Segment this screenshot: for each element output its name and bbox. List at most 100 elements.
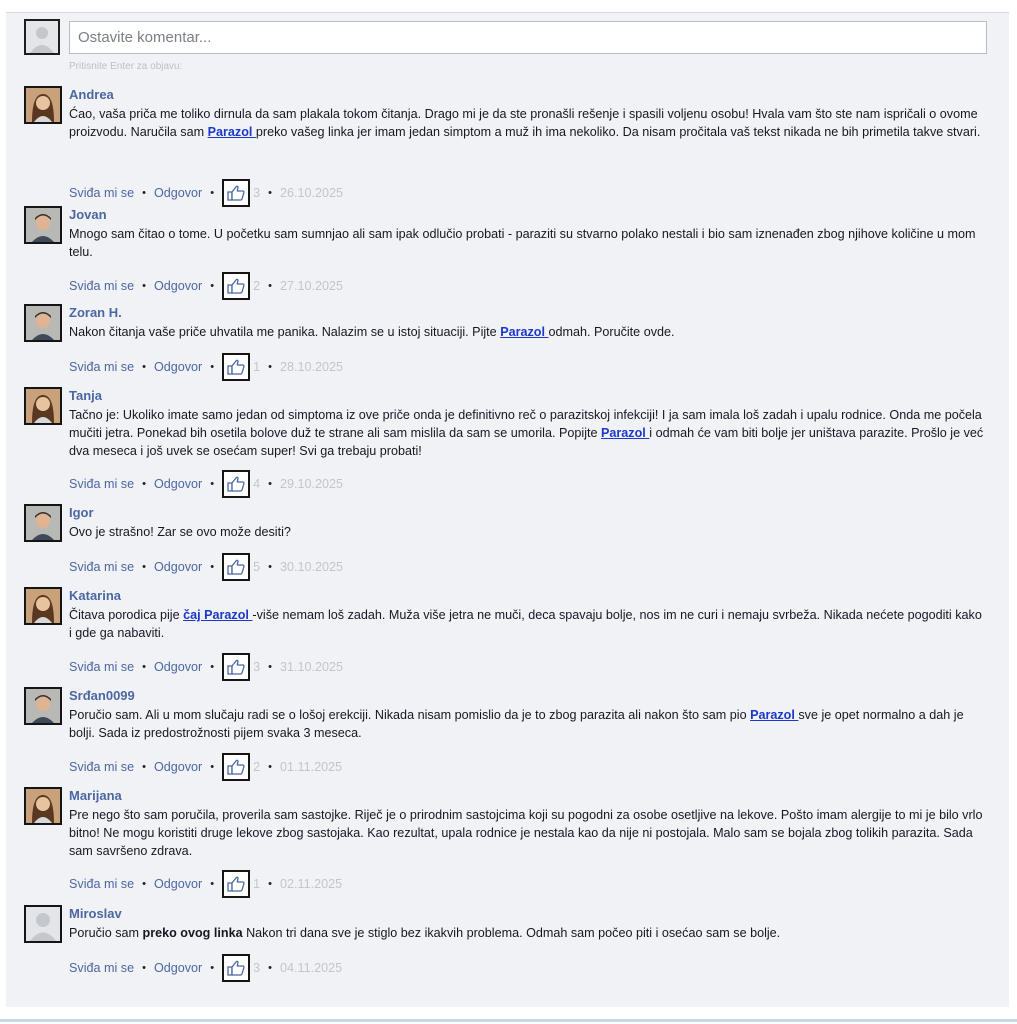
like-link[interactable]: Sviđa mi se xyxy=(69,560,134,574)
like-count: 3 xyxy=(253,660,261,674)
comment-text: Mnogo sam čitao o tome. U početku sam su… xyxy=(69,225,986,261)
man-avatar-icon[interactable] xyxy=(24,504,62,542)
separator-dot: • xyxy=(268,361,272,373)
comment-author[interactable]: Srđan0099 xyxy=(69,687,986,704)
comment-body: Zoran H. Nakon čitanja vaše priče uhvatil… xyxy=(69,304,986,341)
separator-dot: • xyxy=(210,361,215,373)
man-avatar-icon[interactable] xyxy=(24,304,62,342)
comment-body: Srđan0099 Poručio sam. Ali u mom slučaju … xyxy=(69,687,986,742)
woman-avatar-icon[interactable] xyxy=(24,86,62,124)
separator-dot: • xyxy=(142,361,146,373)
thumbs-up-icon[interactable] xyxy=(222,353,251,381)
product-link[interactable]: Parazol xyxy=(750,708,798,722)
like-link[interactable]: Sviđa mi se xyxy=(69,961,134,975)
comment-date: 27.10.2025 xyxy=(280,279,344,293)
comment-actions: Sviđa mi se • Odgovor • 1 • 02.11.2025 xyxy=(69,867,342,901)
separator-dot: • xyxy=(142,561,146,573)
comment-text-segment: Ovo je strašno! Zar se ovo može desiti? xyxy=(69,525,291,539)
separator-dot: • xyxy=(210,878,215,890)
man-avatar-icon[interactable] xyxy=(24,687,62,725)
like-link[interactable]: Sviđa mi se xyxy=(69,279,134,293)
reply-link[interactable]: Odgovor xyxy=(154,760,202,774)
product-link[interactable]: Parazol xyxy=(601,426,649,440)
comment-author[interactable]: Marijana xyxy=(69,787,986,804)
thumbs-up-icon[interactable] xyxy=(222,553,251,581)
comment-actions: Sviđa mi se • Odgovor • 4 • 29.10.2025 xyxy=(69,467,343,501)
separator-dot: • xyxy=(142,761,146,773)
comment-body: Igor Ovo je strašno! Zar se ovo može desi… xyxy=(69,504,986,541)
comment-author[interactable]: Jovan xyxy=(69,206,986,223)
comment-text: Poručio sam preko ovog linka Nakon tri d… xyxy=(69,924,986,942)
comment-date: 01.11.2025 xyxy=(280,760,343,774)
comment-text: Poručio sam. Ali u mom slučaju radi se o… xyxy=(69,706,986,742)
comment-text: Pre nego što sam poručila, proverila sam… xyxy=(69,806,986,860)
woman-avatar-icon[interactable] xyxy=(24,387,62,425)
like-count: 5 xyxy=(253,560,261,574)
reply-link[interactable]: Odgovor xyxy=(154,560,202,574)
separator-dot: • xyxy=(268,561,272,573)
default-avatar-icon[interactable] xyxy=(24,905,62,943)
thumbs-up-icon[interactable] xyxy=(222,954,251,982)
comment-text-segment: Nakon čitanja vaše priče uhvatila me pan… xyxy=(69,325,501,339)
bottom-divider xyxy=(0,1019,1017,1022)
like-count: 1 xyxy=(253,877,261,891)
comment-date: 26.10.2025 xyxy=(280,186,344,200)
comment-body: Katarina Čitava porodica pije čaj Parazol… xyxy=(69,587,986,642)
comment-author[interactable]: Katarina xyxy=(69,587,986,604)
comment-author[interactable]: Miroslav xyxy=(69,905,986,922)
woman-avatar-icon[interactable] xyxy=(24,587,62,625)
like-link[interactable]: Sviđa mi se xyxy=(69,660,134,674)
separator-dot: • xyxy=(142,280,146,292)
like-link[interactable]: Sviđa mi se xyxy=(69,877,134,891)
reply-link[interactable]: Odgovor xyxy=(154,279,202,293)
default-avatar-icon xyxy=(24,19,60,55)
product-link[interactable]: Parazol xyxy=(500,325,548,339)
separator-dot: • xyxy=(268,962,272,974)
reply-link[interactable]: Odgovor xyxy=(154,877,202,891)
like-link[interactable]: Sviđa mi se xyxy=(69,760,134,774)
comment-author[interactable]: Tanja xyxy=(69,387,986,404)
like-link[interactable]: Sviđa mi se xyxy=(69,360,134,374)
separator-dot: • xyxy=(268,761,272,773)
reply-link[interactable]: Odgovor xyxy=(154,186,202,200)
separator-dot: • xyxy=(210,187,215,199)
comment-actions: Sviđa mi se • Odgovor • 3 • 31.10.2025 xyxy=(69,650,343,684)
separator-dot: • xyxy=(142,661,146,673)
reply-link[interactable]: Odgovor xyxy=(154,477,202,491)
thumbs-up-icon[interactable] xyxy=(222,179,251,207)
comment-author[interactable]: Andrea xyxy=(69,86,986,103)
thumbs-up-icon[interactable] xyxy=(222,653,251,681)
comment-text-segment: Pre nego što sam poručila, proverila sam… xyxy=(69,808,983,858)
comment-actions: Sviđa mi se • Odgovor • 2 • 27.10.2025 xyxy=(69,269,343,303)
composer-hint: Pritisnite Enter za objavu: xyxy=(69,61,183,72)
comment-actions: Sviđa mi se • Odgovor • 3 • 04.11.2025 xyxy=(69,951,342,985)
man-avatar-icon[interactable] xyxy=(24,206,62,244)
comment-actions: Sviđa mi se • Odgovor • 5 • 30.10.2025 xyxy=(69,550,343,584)
like-link[interactable]: Sviđa mi se xyxy=(69,477,134,491)
separator-dot: • xyxy=(268,478,272,490)
reply-link[interactable]: Odgovor xyxy=(154,660,202,674)
comment-date: 29.10.2025 xyxy=(280,477,344,491)
reply-link[interactable]: Odgovor xyxy=(154,360,202,374)
like-count: 3 xyxy=(253,186,261,200)
comment-author[interactable]: Zoran H. xyxy=(69,304,986,321)
comment-author[interactable]: Igor xyxy=(69,504,986,521)
thumbs-up-icon[interactable] xyxy=(222,272,251,300)
woman-avatar-icon[interactable] xyxy=(24,787,62,825)
comment-actions: Sviđa mi se • Odgovor • 3 • 26.10.2025 xyxy=(69,176,343,210)
thumbs-up-icon[interactable] xyxy=(222,870,251,898)
thumbs-up-icon[interactable] xyxy=(222,753,251,781)
comment-input[interactable] xyxy=(69,21,987,54)
comment-text-segment: Čitava porodica pije xyxy=(69,608,184,622)
comment-text: Čitava porodica pije čaj Parazol -više n… xyxy=(69,606,986,642)
like-link[interactable]: Sviđa mi se xyxy=(69,186,134,200)
comment-text-segment: Poručio sam xyxy=(69,926,143,940)
comment-body: Miroslav Poručio sam preko ovog linka Nak… xyxy=(69,905,986,942)
product-link[interactable]: čaj Parazol xyxy=(183,608,252,622)
product-link[interactable]: Parazol xyxy=(208,125,256,139)
thumbs-up-icon[interactable] xyxy=(222,470,251,498)
comment-text-segment: odmah. Poručite ovde. xyxy=(548,325,675,339)
comment-body: Andrea Ćao, vaša priča me toliko dirnula … xyxy=(69,86,986,141)
reply-link[interactable]: Odgovor xyxy=(154,961,202,975)
comment-date: 04.11.2025 xyxy=(280,961,343,975)
